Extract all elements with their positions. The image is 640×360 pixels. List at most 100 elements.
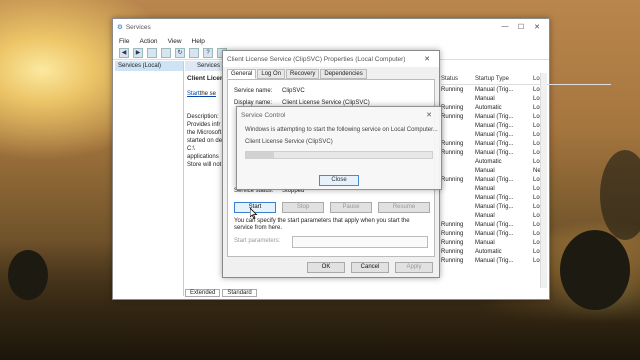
table-row[interactable]: Running Manual (Trig... Loc bbox=[441, 139, 611, 148]
table-row[interactable]: Automatic Loc bbox=[441, 157, 611, 166]
cell-startup: Manual (Trig... bbox=[475, 113, 514, 120]
start-params-input[interactable] bbox=[292, 236, 428, 248]
service-control-titlebar[interactable]: Service Control ✕ bbox=[237, 107, 441, 123]
dialog-buttons: OK Cancel Apply bbox=[307, 262, 433, 273]
cell-startup: Manual (Trig... bbox=[475, 149, 514, 156]
table-row[interactable]: Manual Loc bbox=[441, 184, 611, 193]
maximize-icon[interactable]: ☐ bbox=[513, 23, 529, 31]
table-row[interactable]: Running Automatic Loc bbox=[441, 247, 611, 256]
tab-dependencies[interactable]: Dependencies bbox=[320, 69, 367, 79]
view-tabs: Extended Standard bbox=[185, 289, 257, 297]
console-tree-icon[interactable] bbox=[147, 48, 157, 58]
cell-startup: Manual bbox=[475, 212, 495, 219]
cell-logon: Loc bbox=[533, 230, 543, 237]
table-row[interactable]: Running Manual (Trig... Loc bbox=[441, 175, 611, 184]
help-icon[interactable]: ? bbox=[203, 48, 213, 58]
table-row[interactable]: Running Manual (Trig... Loc bbox=[441, 112, 611, 121]
cell-status: Running bbox=[441, 140, 464, 147]
cell-status: Running bbox=[441, 257, 464, 264]
cell-status: Running bbox=[441, 104, 464, 111]
minimize-icon[interactable]: — bbox=[497, 23, 513, 31]
resume-button[interactable]: Resume bbox=[378, 202, 430, 213]
service-control-title: Service Control bbox=[241, 111, 286, 119]
close-icon[interactable]: ✕ bbox=[529, 23, 545, 31]
start-params-label: Start parameters: bbox=[234, 238, 281, 244]
cell-logon: Loc bbox=[533, 122, 543, 129]
tab-recovery[interactable]: Recovery bbox=[286, 69, 320, 79]
back-icon[interactable]: ◀ bbox=[119, 48, 129, 58]
table-row[interactable]: Running Manual (Trig... Loc bbox=[441, 148, 611, 157]
refresh-icon[interactable]: ↻ bbox=[175, 48, 185, 58]
table-row[interactable]: Running Manual (Trig... Loc bbox=[441, 220, 611, 229]
cell-status: Running bbox=[441, 176, 464, 183]
services-titlebar[interactable]: ⚙ Services — ☐ ✕ bbox=[113, 19, 549, 35]
cell-startup: Manual (Trig... bbox=[475, 131, 514, 138]
column-status[interactable]: Status bbox=[441, 76, 475, 82]
table-row[interactable]: Running Manual Loc bbox=[441, 238, 611, 247]
service-control-close-button[interactable]: Close bbox=[319, 175, 359, 186]
tree-item-services-local[interactable]: Services (Local) bbox=[115, 61, 183, 71]
tab-extended[interactable]: Extended bbox=[185, 289, 221, 297]
cancel-button[interactable]: Cancel bbox=[351, 262, 389, 273]
table-row[interactable]: Running Manual (Trig... Loc bbox=[441, 85, 611, 94]
menu-action[interactable]: Action bbox=[139, 38, 157, 45]
properties-tabs: General Log On Recovery Dependencies bbox=[223, 69, 439, 79]
forward-icon[interactable]: ▶ bbox=[133, 48, 143, 58]
cell-status: Running bbox=[441, 230, 464, 237]
menu-file[interactable]: File bbox=[119, 38, 129, 45]
menu-view[interactable]: View bbox=[168, 38, 182, 45]
table-row[interactable]: Running Manual (Trig... Loc bbox=[441, 256, 611, 265]
vertical-scrollbar[interactable] bbox=[540, 73, 547, 288]
start-service-link[interactable]: Startthe se bbox=[187, 91, 216, 97]
start-link-text[interactable]: Start bbox=[187, 91, 200, 97]
cell-startup: Manual (Trig... bbox=[475, 86, 514, 93]
cell-logon: Loc bbox=[533, 239, 543, 246]
tab-log-on[interactable]: Log On bbox=[257, 69, 286, 79]
table-row[interactable]: Manual Net bbox=[441, 166, 611, 175]
ok-button[interactable]: OK bbox=[307, 262, 345, 273]
service-control-progress bbox=[245, 151, 433, 159]
pause-button[interactable]: Pause bbox=[330, 202, 372, 213]
cell-logon: Net bbox=[533, 167, 543, 174]
cell-startup: Manual (Trig... bbox=[475, 230, 514, 237]
export-icon[interactable] bbox=[189, 48, 199, 58]
cell-startup: Manual (Trig... bbox=[475, 257, 514, 264]
tab-general[interactable]: General bbox=[227, 69, 257, 79]
menu-help[interactable]: Help bbox=[192, 38, 205, 45]
properties-titlebar[interactable]: Client License Service (ClipSVC) Propert… bbox=[223, 51, 439, 67]
table-row[interactable]: Manual Loc bbox=[441, 94, 611, 103]
cell-logon: Loc bbox=[533, 203, 543, 210]
cell-logon: Loc bbox=[533, 257, 543, 264]
cell-startup: Manual (Trig... bbox=[475, 122, 514, 129]
cell-startup: Manual bbox=[475, 95, 495, 102]
cell-startup: Manual bbox=[475, 185, 495, 192]
close-icon[interactable]: ✕ bbox=[421, 111, 437, 119]
apply-button[interactable]: Apply bbox=[395, 262, 433, 273]
table-row[interactable]: Manual (Trig... Loc bbox=[441, 121, 611, 130]
service-control-message: Windows is attempting to start the follo… bbox=[245, 127, 438, 133]
cell-logon: Loc bbox=[533, 221, 543, 228]
cell-status: Running bbox=[441, 248, 464, 255]
table-row[interactable]: Manual (Trig... Loc bbox=[441, 202, 611, 211]
table-row[interactable]: Manual (Trig... Loc bbox=[441, 130, 611, 139]
services-title: Services bbox=[125, 23, 151, 31]
service-control-dialog: Service Control ✕ Windows is attempting … bbox=[236, 106, 442, 190]
close-icon[interactable]: ✕ bbox=[419, 55, 435, 63]
tab-standard[interactable]: Standard bbox=[222, 289, 257, 297]
cell-logon: Loc bbox=[533, 248, 543, 255]
stop-button[interactable]: Stop bbox=[282, 202, 324, 213]
cell-status: Running bbox=[441, 86, 464, 93]
table-row[interactable]: Manual Loc bbox=[441, 211, 611, 220]
table-row[interactable]: Running Manual (Trig... Loc bbox=[441, 229, 611, 238]
table-row[interactable]: Running Automatic Loc bbox=[441, 103, 611, 112]
list-icon[interactable] bbox=[161, 48, 171, 58]
cell-status: Running bbox=[441, 113, 464, 120]
properties-title: Client License Service (ClipSVC) Propert… bbox=[227, 55, 406, 63]
column-startup-type[interactable]: Startup Type bbox=[475, 76, 533, 82]
table-row[interactable]: Manual (Trig... Loc bbox=[441, 193, 611, 202]
cell-logon: Loc bbox=[533, 131, 543, 138]
cell-logon: Loc bbox=[533, 140, 543, 147]
cell-startup: Manual (Trig... bbox=[475, 176, 514, 183]
column-logon[interactable]: Lo bbox=[533, 76, 563, 82]
cell-logon: Loc bbox=[533, 185, 543, 192]
